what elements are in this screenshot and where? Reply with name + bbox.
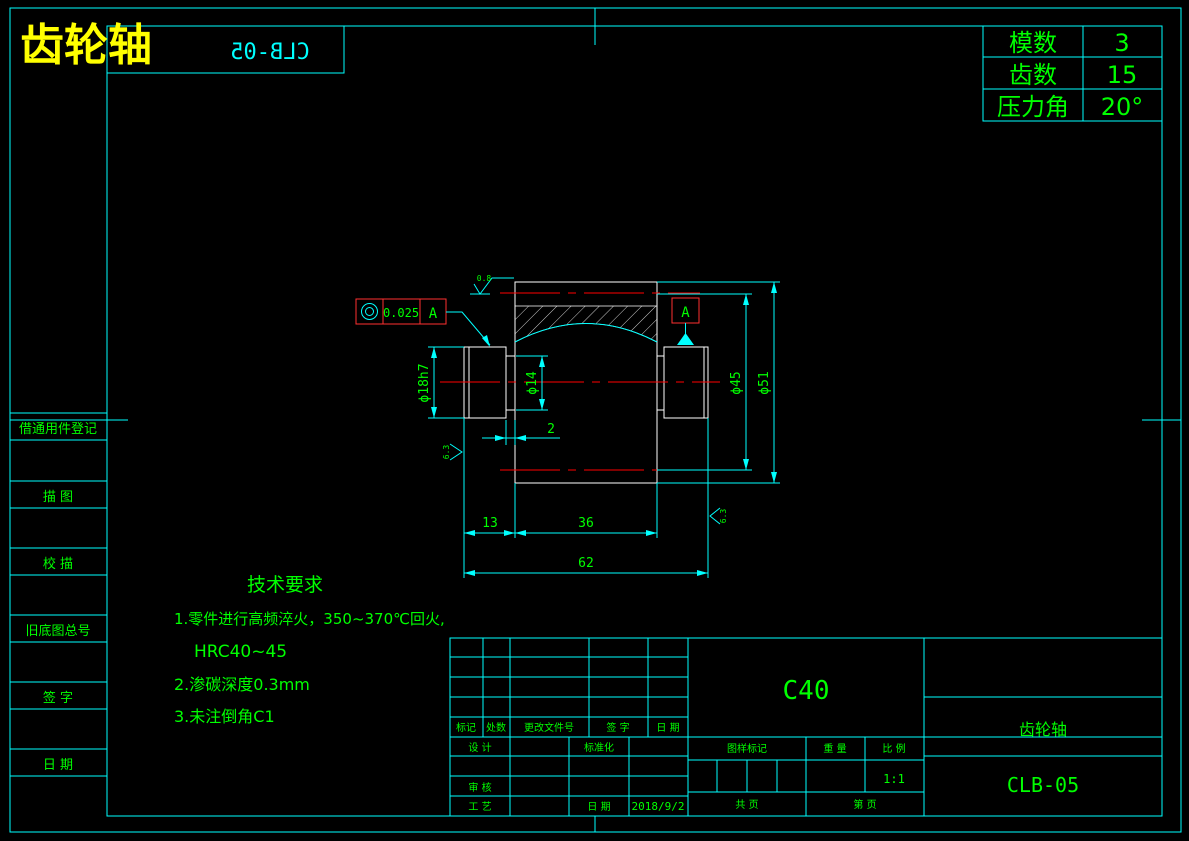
- tolerance-frame: 0.025 A: [355, 298, 491, 347]
- tolerance-leader: [446, 311, 491, 346]
- left-strip-item: 描 图: [43, 490, 73, 505]
- tech-req-line: 1.零件进行高频淬火，350~370℃回火,: [174, 610, 445, 628]
- rev-header-doc: 更改文件号: [524, 721, 574, 734]
- datum-label: A: [681, 305, 690, 321]
- left-strip-item: 签 字: [43, 690, 73, 706]
- left-strip: 借通用件登记 描 图 校 描 旧底图总号 签 字 日 期: [19, 422, 97, 773]
- tech-req-line: 2.渗碳深度0.3mm: [174, 675, 310, 694]
- datum-triangle-icon: [677, 333, 694, 345]
- param-value-teeth: 15: [1107, 61, 1138, 89]
- concentricity-icon: [361, 303, 378, 320]
- param-label-teeth: 齿数: [1009, 61, 1057, 89]
- drawing-title: 齿轮轴: [20, 20, 152, 71]
- scale-value: 1:1: [883, 772, 905, 786]
- roughness-right-value: 6.3: [719, 509, 728, 524]
- left-strip-item: 校 描: [43, 556, 73, 572]
- part-name: 齿轮轴: [1019, 720, 1067, 739]
- sheet-number-label: 第 页: [853, 798, 876, 811]
- left-strip-item: 日 期: [43, 758, 73, 773]
- rev-header-date: 日 期: [656, 722, 679, 734]
- title-block: 标记 处数 更改文件号 签 字 日 期 设 计 标准化 审 核 工 艺 日 期 …: [449, 637, 1163, 817]
- dim-text-len36: 36: [578, 516, 594, 531]
- left-strip-item: 借通用件登记: [19, 422, 97, 437]
- datum-a: A: [671, 297, 700, 345]
- dim-text-d18: ϕ18h7: [417, 363, 432, 402]
- gear-parameter-table: 模数 3 齿数 15 压力角 20°: [982, 25, 1163, 122]
- gear-shaft-part: [440, 281, 720, 484]
- dim-text-gap: 2: [547, 422, 555, 437]
- dimensions: [428, 281, 780, 578]
- review-label: 审 核: [468, 781, 491, 794]
- dim-text-d45: ϕ45: [729, 371, 744, 394]
- stage-mark-label: 图样标记: [727, 742, 767, 755]
- scale-label: 比 例: [882, 742, 905, 755]
- dim-text-d51: ϕ51: [757, 371, 772, 394]
- dim-text-len13: 13: [482, 516, 498, 531]
- dimension-arrows: [431, 282, 777, 576]
- weight-label: 重 量: [823, 742, 846, 755]
- dim-text-len62: 62: [578, 556, 594, 571]
- dim-text-d14: ϕ14: [525, 371, 540, 395]
- param-value-module: 3: [1114, 29, 1129, 57]
- roughness-top-value: 0.8: [477, 274, 492, 283]
- date-value: 2018/9/2: [632, 800, 685, 813]
- tech-req-heading: 技术要求: [247, 574, 323, 596]
- param-label-module: 模数: [1009, 29, 1057, 57]
- roughness-symbol-left: [449, 443, 463, 461]
- date-label: 日 期: [587, 801, 610, 813]
- tolerance-datum: A: [429, 306, 438, 322]
- technical-requirements: 技术要求 1.零件进行高频淬火，350~370℃回火, HRC40~45 2.渗…: [174, 574, 445, 726]
- part-code: CLB-05: [1007, 773, 1079, 797]
- left-strip-item: 旧底图总号: [25, 623, 90, 639]
- rev-header-mark: 标记: [456, 722, 476, 734]
- standardize-label: 标准化: [584, 741, 614, 754]
- design-label: 设 计: [468, 741, 491, 754]
- total-sheets-label: 共 页: [735, 799, 758, 811]
- param-label-pressure-angle: 压力角: [997, 93, 1069, 121]
- rev-header-count: 处数: [486, 721, 506, 734]
- process-label: 工 艺: [468, 801, 491, 813]
- tech-req-line: 3.未注倒角C1: [174, 707, 275, 726]
- param-value-pressure-angle: 20°: [1101, 93, 1144, 121]
- roughness-left-value: 6.3: [442, 445, 451, 460]
- tolerance-value: 0.025: [383, 306, 419, 320]
- engineering-drawing: 齿轮轴 CLB-05 借通用件登记 描 图 校 描 旧底图总号 签 字 日 期 …: [9, 7, 1182, 833]
- material-value: C40: [783, 676, 830, 706]
- tech-req-line: HRC40~45: [194, 642, 287, 662]
- rev-header-sign: 签 字: [606, 721, 629, 734]
- mirrored-code-text: CLB-05: [230, 40, 309, 65]
